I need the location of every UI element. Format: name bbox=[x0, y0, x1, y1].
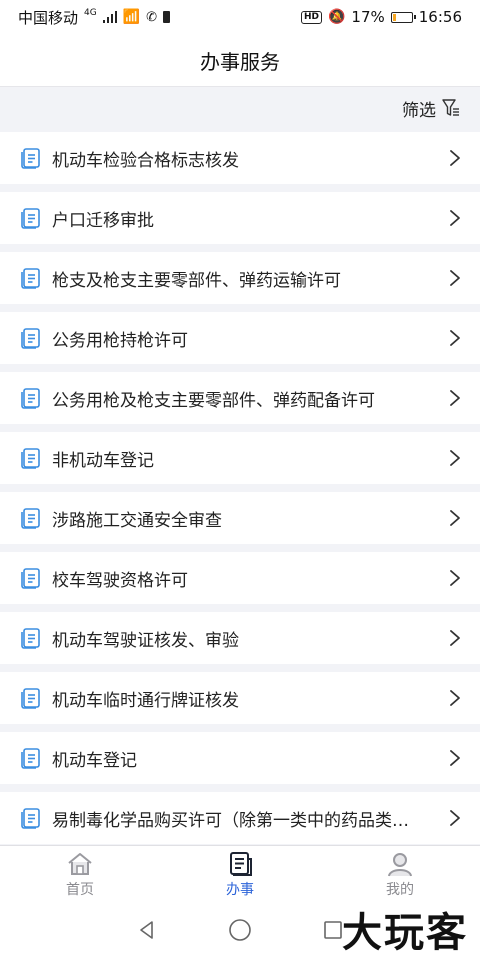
status-left: 中国移动 4G 📶 ✆ bbox=[18, 7, 171, 28]
filter-icon[interactable] bbox=[442, 98, 460, 118]
status-bar: 中国移动 4G 📶 ✆ HD 🔕 17% 16:56 bbox=[0, 0, 480, 34]
missed-call-icon: ✆ bbox=[146, 9, 158, 25]
list-item-label: 涉路施工交通安全审查 bbox=[52, 510, 222, 531]
list-item-label: 公务用枪持枪许可 bbox=[52, 330, 188, 351]
wifi-icon: 📶 bbox=[122, 9, 141, 25]
filter-bar: 筛选 bbox=[0, 87, 480, 129]
tab-home[interactable]: 首页 bbox=[0, 846, 160, 904]
chevron-right-icon bbox=[448, 629, 462, 647]
chevron-right-icon bbox=[448, 449, 462, 467]
list-item[interactable]: 涉路施工交通安全审查 bbox=[0, 492, 480, 544]
tab-mine-label: 我的 bbox=[386, 882, 414, 898]
document-icon bbox=[226, 851, 254, 877]
list-item-label: 易制毒化学品购买许可（除第一类中的药品类… bbox=[52, 810, 409, 831]
list-item-label: 机动车检验合格标志核发 bbox=[52, 150, 239, 171]
clock: 16:56 bbox=[418, 8, 462, 26]
document-icon bbox=[20, 687, 42, 709]
list-item[interactable]: 机动车检验合格标志核发 bbox=[0, 132, 480, 184]
network-type: 4G bbox=[84, 8, 97, 18]
document-icon bbox=[20, 327, 42, 349]
back-icon[interactable] bbox=[136, 919, 158, 945]
chevron-right-icon bbox=[448, 269, 462, 287]
notification-icon bbox=[163, 11, 171, 23]
chevron-right-icon bbox=[448, 569, 462, 587]
signal-icon bbox=[102, 11, 117, 23]
page-header: 办事服务 bbox=[0, 34, 480, 87]
document-icon bbox=[20, 147, 42, 169]
chevron-right-icon bbox=[448, 749, 462, 767]
list-item[interactable]: 机动车驾驶证核发、审验 bbox=[0, 612, 480, 664]
mute-icon: 🔕 bbox=[327, 9, 346, 25]
document-icon bbox=[20, 267, 42, 289]
chevron-right-icon bbox=[448, 809, 462, 827]
document-icon bbox=[20, 447, 42, 469]
chevron-right-icon bbox=[448, 209, 462, 227]
home-icon bbox=[66, 851, 94, 877]
document-icon bbox=[20, 507, 42, 529]
list-item[interactable]: 机动车登记 bbox=[0, 732, 480, 784]
document-icon bbox=[20, 207, 42, 229]
document-icon bbox=[20, 747, 42, 769]
list-item[interactable]: 校车驾驶资格许可 bbox=[0, 552, 480, 604]
document-icon bbox=[20, 567, 42, 589]
chevron-right-icon bbox=[448, 509, 462, 527]
list-item[interactable]: 公务用枪持枪许可 bbox=[0, 312, 480, 364]
list-item[interactable]: 枪支及枪支主要零部件、弹药运输许可 bbox=[0, 252, 480, 304]
status-right: HD 🔕 17% 16:56 bbox=[300, 8, 462, 26]
document-icon bbox=[20, 387, 42, 409]
service-list: 机动车检验合格标志核发 户口迁移审批 枪支及枪支主要零部件、弹药运输许可 公务用… bbox=[0, 132, 480, 852]
tab-home-label: 首页 bbox=[66, 882, 94, 898]
list-item-label: 枪支及枪支主要零部件、弹药运输许可 bbox=[52, 270, 341, 291]
filter-label[interactable]: 筛选 bbox=[402, 96, 436, 121]
tab-services[interactable]: 办事 bbox=[160, 846, 320, 904]
bottom-tab-bar: 首页 办事 我的 bbox=[0, 845, 480, 904]
document-icon bbox=[20, 807, 42, 829]
chevron-right-icon bbox=[448, 389, 462, 407]
home-button-icon[interactable] bbox=[228, 918, 252, 946]
hd-icon: HD bbox=[300, 10, 322, 24]
document-icon bbox=[20, 627, 42, 649]
chevron-right-icon bbox=[448, 689, 462, 707]
list-item[interactable]: 户口迁移审批 bbox=[0, 192, 480, 244]
list-item[interactable]: 公务用枪及枪支主要零部件、弹药配备许可 bbox=[0, 372, 480, 424]
list-item-label: 机动车登记 bbox=[52, 750, 137, 771]
list-item-label: 公务用枪及枪支主要零部件、弹药配备许可 bbox=[52, 390, 375, 411]
watermark: 大玩客 bbox=[342, 909, 468, 956]
page-title: 办事服务 bbox=[200, 49, 280, 74]
chevron-right-icon bbox=[448, 329, 462, 347]
tab-services-label: 办事 bbox=[226, 882, 254, 898]
list-item[interactable]: 机动车临时通行牌证核发 bbox=[0, 672, 480, 724]
battery-percent: 17% bbox=[351, 8, 385, 26]
user-icon bbox=[386, 851, 414, 877]
list-item-label: 机动车驾驶证核发、审验 bbox=[52, 630, 239, 651]
list-item-label: 户口迁移审批 bbox=[52, 210, 154, 231]
list-item[interactable]: 易制毒化学品购买许可（除第一类中的药品类… bbox=[0, 792, 480, 844]
carrier-name: 中国移动 bbox=[18, 8, 79, 27]
tab-mine[interactable]: 我的 bbox=[320, 846, 480, 904]
list-item[interactable]: 非机动车登记 bbox=[0, 432, 480, 484]
list-item-label: 机动车临时通行牌证核发 bbox=[52, 690, 239, 711]
recents-icon[interactable] bbox=[322, 919, 344, 945]
list-item-label: 校车驾驶资格许可 bbox=[52, 570, 188, 591]
list-item-label: 非机动车登记 bbox=[52, 450, 154, 471]
battery-icon bbox=[390, 11, 416, 23]
chevron-right-icon bbox=[448, 149, 462, 167]
